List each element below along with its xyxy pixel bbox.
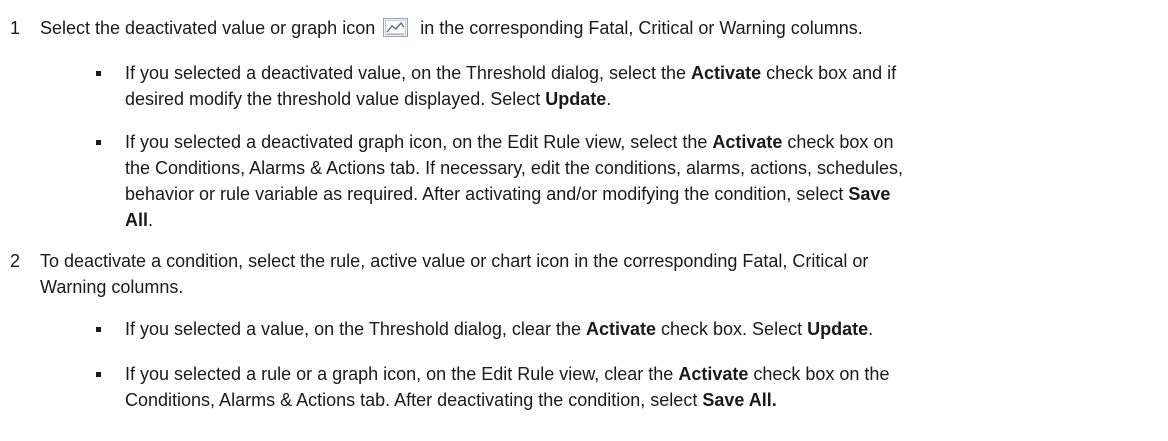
bullet-icon <box>96 327 101 332</box>
graph-icon[interactable] <box>383 18 409 37</box>
list-item: If you selected a deactivated graph icon… <box>0 129 1154 233</box>
list-item: If you selected a rule or a graph icon, … <box>0 361 1154 413</box>
step-number: 1 <box>10 18 21 38</box>
step-number: 2 <box>10 251 21 271</box>
list-item: If you selected a value, on the Threshol… <box>0 316 1154 342</box>
step-1: 1 Select the deactivated value or graph … <box>0 15 1158 41</box>
bullet-icon <box>96 71 101 76</box>
bullet-icon <box>96 372 101 377</box>
list-item: If you selected a deactivated value, on … <box>0 60 1154 112</box>
step-text: Select the deactivated value or graph ic… <box>40 18 863 38</box>
bullet-icon <box>96 140 101 145</box>
step-2: 2 To deactivate a condition, select the … <box>0 248 1158 300</box>
step-text: To deactivate a condition, select the ru… <box>40 251 869 297</box>
